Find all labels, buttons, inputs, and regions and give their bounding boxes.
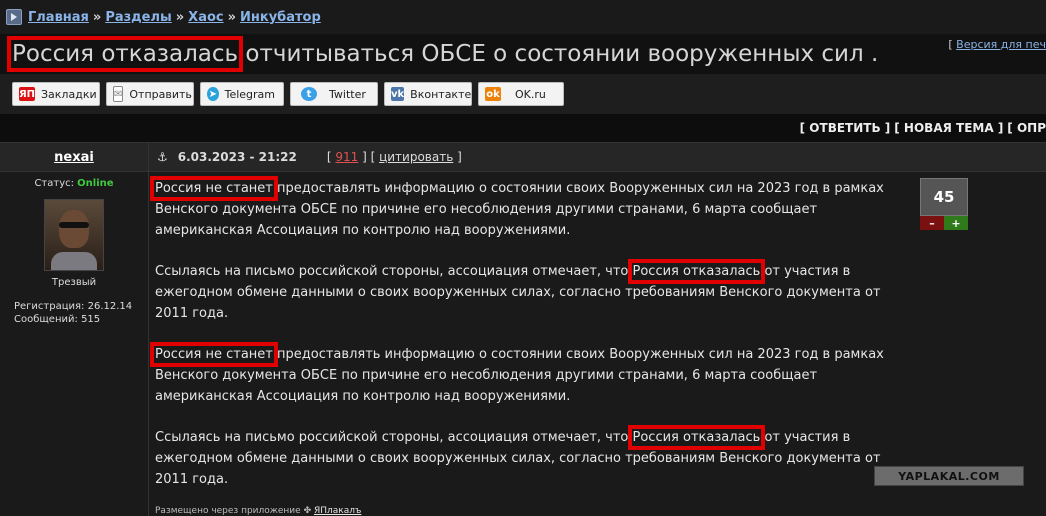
- app-link[interactable]: ЯПлакалъ: [314, 506, 361, 516]
- post-number-wrap: [ 911 ] [ цитировать ]: [326, 150, 462, 164]
- share-ok-button[interactable]: ok OK.ru: [478, 82, 564, 106]
- breadcrumb: Главная » Разделы » Хаос » Инкубатор: [0, 0, 1046, 34]
- share-label: Telegram: [224, 87, 275, 101]
- vk-icon: vk: [391, 87, 405, 101]
- posts-count: 515: [81, 314, 101, 325]
- share-bookmarks-button[interactable]: ЯП Закладки: [12, 82, 100, 106]
- print-version: [ Версия для печ: [948, 38, 1046, 51]
- anchor-icon[interactable]: ⚓: [157, 150, 168, 164]
- share-label: Закладки: [41, 87, 97, 101]
- share-label: Отправить: [129, 87, 192, 101]
- post-body: Статус: Online Трезвый Регистрация: 26.1…: [0, 172, 1046, 516]
- topic-title-bar: Россия отказалась отчитываться ОБСЕ о со…: [0, 34, 1046, 74]
- status-value: Online: [77, 178, 114, 189]
- print-bracket: [: [948, 38, 953, 51]
- breadcrumb-sections[interactable]: Разделы: [105, 10, 171, 25]
- breadcrumb-chaos[interactable]: Хаос: [188, 10, 223, 25]
- sent-via-app: Размещено через приложение ✤ ЯПлакалъ: [155, 506, 1046, 516]
- page-title: Россия отказалась отчитываться ОБСЕ о со…: [6, 36, 879, 72]
- post-date: 6.03.2023 - 21:22: [177, 150, 297, 164]
- share-vk-button[interactable]: vk Вконтакте: [384, 82, 472, 106]
- reg-label: Регистрация:: [14, 301, 85, 312]
- breadcrumb-separator: »: [92, 9, 102, 25]
- reply-button[interactable]: [ ОТВЕТИТЬ ]: [800, 121, 891, 135]
- text-highlight: Россия отказалась: [627, 259, 766, 284]
- text-highlight: Россия не станет: [150, 342, 278, 367]
- topic-actions: [ ОТВЕТИТЬ ] [ НОВАЯ ТЕМА ] [ ОПР: [0, 114, 1046, 142]
- quote-link[interactable]: цитировать: [379, 150, 453, 164]
- share-twitter-button[interactable]: t Twitter: [290, 82, 378, 106]
- share-bar: ЯП Закладки ✉ Отправить ➤ Telegram t Twi…: [0, 74, 1046, 114]
- site-watermark: YAPLAKAL.COM: [874, 466, 1024, 486]
- author-panel: Статус: Online Трезвый Регистрация: 26.1…: [0, 172, 148, 516]
- reg-date: 26.12.14: [87, 301, 133, 312]
- avatar[interactable]: [44, 199, 104, 271]
- title-rest: отчитываться ОБСЕ о состоянии вооруженны…: [238, 41, 879, 67]
- share-label: OK.ru: [515, 87, 546, 101]
- share-label: Вконтакте: [410, 87, 472, 101]
- share-telegram-button[interactable]: ➤ Telegram: [200, 82, 284, 106]
- poll-button[interactable]: [ ОПР: [1007, 121, 1046, 135]
- share-send-button[interactable]: ✉ Отправить: [106, 82, 194, 106]
- post-number[interactable]: 911: [335, 150, 358, 164]
- post-header: nexai ⚓ 6.03.2023 - 21:22 [ 911 ] [ цити…: [0, 142, 1046, 172]
- new-topic-button[interactable]: [ НОВАЯ ТЕМА ]: [894, 121, 1003, 135]
- post-paragraph: Россия не станет предоставлять информаци…: [150, 176, 915, 241]
- user-stats: Регистрация: 26.12.14 Сообщений: 515: [0, 300, 148, 326]
- post-paragraph: Россия не станет предоставлять информаци…: [150, 342, 915, 407]
- breadcrumb-incubator[interactable]: Инкубатор: [240, 10, 321, 25]
- text-highlight: Россия не станет: [150, 176, 278, 201]
- paragraph-text: Ссылаясь на письмо российской стороны, а…: [155, 264, 633, 279]
- user-status: Статус: Online: [0, 178, 148, 189]
- breadcrumb-separator: »: [175, 9, 185, 25]
- post-paragraph: Ссылаясь на письмо российской стороны, а…: [155, 425, 915, 490]
- rating-value: 45: [920, 178, 968, 216]
- paragraph-text: Ссылаясь на письмо российской стороны, а…: [155, 430, 633, 445]
- post-rating: 45 – +: [920, 178, 968, 230]
- yaplakal-icon: ЯП: [18, 87, 36, 101]
- sent-via-label: Размещено через приложение: [155, 506, 301, 516]
- post-meta: ⚓ 6.03.2023 - 21:22 [ 911 ] [ цитировать…: [148, 143, 1046, 171]
- telegram-icon: ➤: [207, 87, 219, 101]
- print-version-link[interactable]: Версия для печ: [956, 38, 1046, 51]
- android-icon: ✤: [303, 506, 312, 516]
- rating-plus-button[interactable]: +: [944, 216, 968, 230]
- share-label: Twitter: [329, 87, 366, 101]
- posts-label: Сообщений:: [14, 314, 78, 325]
- status-label: Статус:: [34, 178, 74, 189]
- breadcrumb-separator: »: [227, 9, 237, 25]
- rating-minus-button[interactable]: –: [920, 216, 944, 230]
- breadcrumb-home[interactable]: Главная: [28, 10, 89, 25]
- post-author[interactable]: nexai: [0, 150, 148, 165]
- mail-icon: ✉: [113, 86, 124, 102]
- forum-home-icon[interactable]: [6, 9, 22, 25]
- post-paragraph: Ссылаясь на письмо российской стороны, а…: [155, 259, 915, 324]
- title-highlight: Россия отказалась: [6, 36, 244, 72]
- twitter-icon: t: [301, 87, 317, 101]
- user-rank: Трезвый: [51, 277, 97, 288]
- text-highlight: Россия отказалась: [627, 425, 766, 450]
- ok-icon: ok: [485, 87, 501, 101]
- post-content: 45 – + Россия не станет предоставлять ин…: [148, 172, 1046, 516]
